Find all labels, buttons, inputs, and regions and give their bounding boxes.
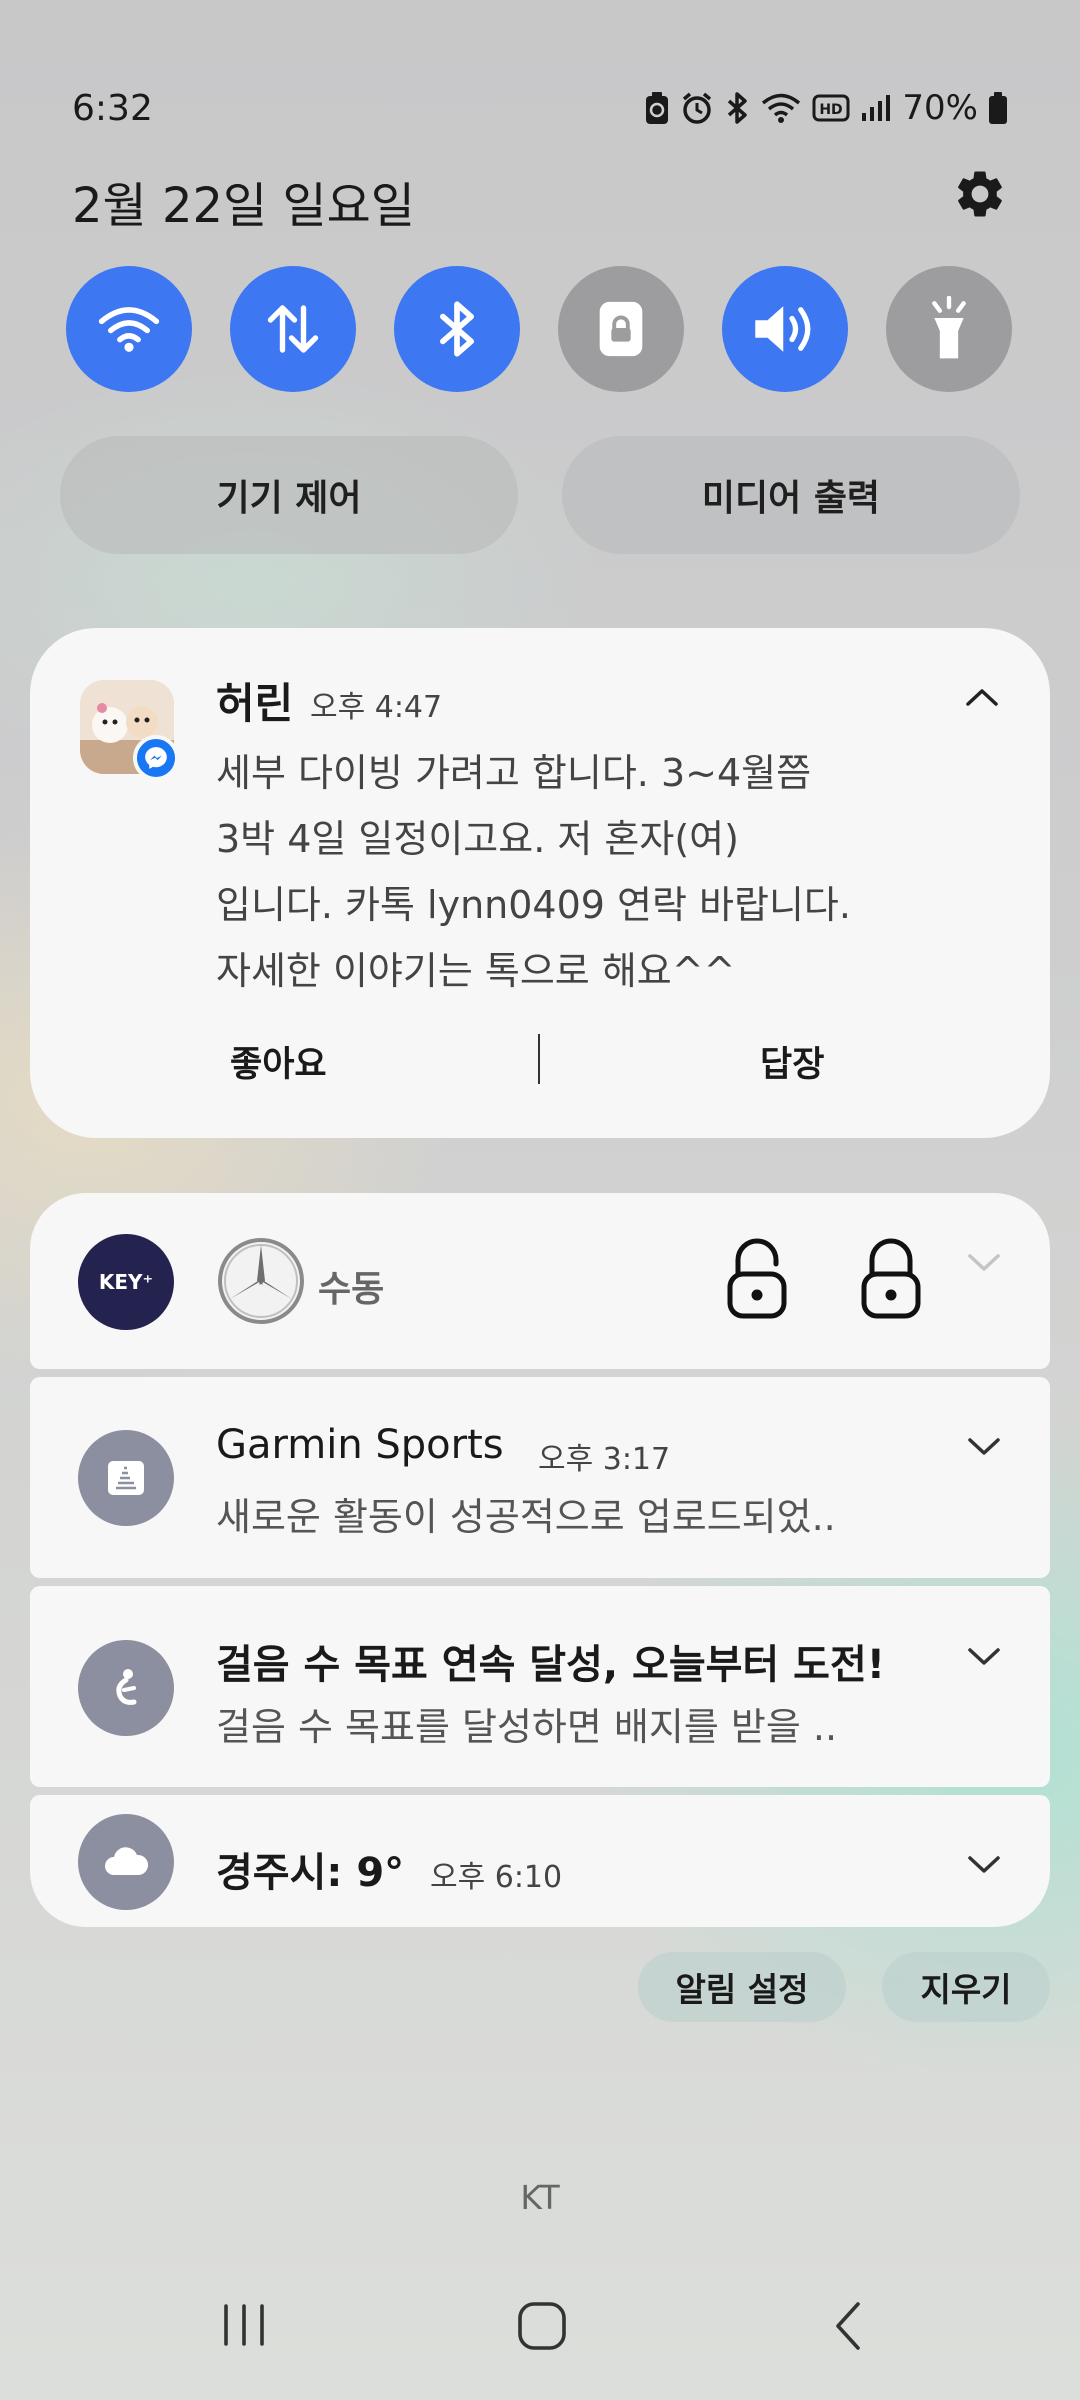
chevron-down-icon	[968, 1254, 1000, 1271]
garmin-expand-button[interactable]	[962, 1424, 1006, 1472]
messenger-icon	[145, 747, 167, 769]
chevron-up-icon	[966, 689, 998, 706]
like-button[interactable]: 좋아요	[230, 1036, 327, 1087]
weather-app-icon	[78, 1814, 174, 1910]
bluetooth-toggle[interactable]	[394, 266, 520, 392]
media-output-button[interactable]: 미디어 출력	[562, 436, 1020, 554]
back-button[interactable]	[826, 2300, 870, 2356]
garmin-app-icon	[78, 1430, 174, 1526]
recent-apps-icon	[224, 2304, 264, 2346]
lock-icon	[861, 1238, 921, 1319]
gear-icon	[958, 171, 1002, 217]
notification-settings-button[interactable]: 알림 설정	[638, 1952, 846, 2022]
back-chevron-icon	[836, 2302, 860, 2350]
unlock-icon	[727, 1238, 787, 1319]
sender-name: 허린	[216, 679, 294, 728]
recycle-battery-icon	[646, 92, 669, 124]
message-line: 입니다. 카톡 lynn0409 연락 바랍니다.	[216, 883, 851, 927]
steps-body: 걸음 수 목표를 달성하면 배지를 받을 ..	[216, 1705, 838, 1749]
bluetooth-icon	[728, 92, 748, 124]
garmin-time: 오후 3:17	[538, 1442, 671, 1477]
wifi-toggle[interactable]	[66, 266, 192, 392]
lock-icon	[599, 301, 643, 357]
bluetooth-icon	[440, 301, 474, 357]
rotation-lock-toggle[interactable]	[558, 266, 684, 392]
steps-title: 걸음 수 목표 연속 달성, 오늘부터 도전!	[216, 1642, 885, 1688]
message-line: 자세한 이야기는 톡으로 해요^^	[216, 949, 736, 993]
sports-app-icon	[108, 1461, 144, 1495]
date-header: 2월 22일 일요일	[72, 178, 415, 234]
steps-expand-button[interactable]	[962, 1634, 1006, 1682]
lock-button[interactable]	[858, 1236, 924, 1326]
home-icon	[518, 2302, 566, 2350]
weather-expand-button[interactable]	[962, 1842, 1006, 1890]
action-divider	[538, 1034, 540, 1084]
keyplus-mode: 수동	[318, 1269, 385, 1310]
clear-all-button[interactable]: 지우기	[882, 1952, 1050, 2022]
sound-toggle[interactable]	[722, 266, 848, 392]
messenger-badge	[133, 735, 179, 781]
settings-button[interactable]	[952, 166, 1008, 222]
weather-title: 경주시: 9°	[216, 1850, 405, 1896]
keyplus-logo: KEY⁺	[98, 1270, 154, 1294]
unlock-button[interactable]	[724, 1236, 790, 1326]
message-line: 3박 4일 일정이고요. 저 혼자(여)	[216, 817, 739, 861]
health-app-icon	[78, 1640, 174, 1736]
status-time: 6:32	[72, 88, 153, 129]
flashlight-icon	[932, 296, 966, 359]
signal-icon	[862, 95, 891, 121]
message-body: 세부 다이빙 가려고 합니다. 3~4월쯤 3박 4일 일정이고요. 저 혼자(…	[216, 740, 976, 1004]
flashlight-toggle[interactable]	[886, 266, 1012, 392]
message-line: 세부 다이빙 가려고 합니다. 3~4월쯤	[216, 751, 812, 795]
battery-icon	[989, 92, 1007, 124]
keyplus-app-icon: KEY⁺	[78, 1234, 174, 1330]
chevron-down-icon	[968, 1438, 1000, 1455]
mercedes-star-icon	[218, 1238, 304, 1324]
home-button[interactable]	[516, 2300, 568, 2356]
hd-icon: HD	[812, 94, 850, 122]
battery-percent: 70%	[902, 88, 978, 128]
garmin-body: 새로운 활동이 성공적으로 업로드되었..	[216, 1495, 836, 1539]
data-arrows-icon	[267, 305, 319, 353]
keyplus-expand-button[interactable]	[962, 1240, 1006, 1288]
wifi-icon	[98, 307, 160, 352]
chevron-down-icon	[968, 1648, 1000, 1665]
mobile-data-toggle[interactable]	[230, 266, 356, 392]
chevron-down-icon	[968, 1856, 1000, 1873]
speaker-icon	[755, 306, 811, 352]
svg-text:HD: HD	[820, 102, 843, 118]
collapse-button[interactable]	[960, 676, 1004, 724]
wifi-icon	[762, 93, 801, 123]
running-person-icon	[116, 1669, 137, 1705]
reply-button[interactable]: 답장	[760, 1036, 824, 1087]
carrier-label: KT	[520, 2178, 560, 2217]
recent-apps-button[interactable]	[218, 2302, 270, 2352]
device-control-button[interactable]: 기기 제어	[60, 436, 518, 554]
garmin-title: Garmin Sports	[216, 1422, 504, 1468]
alarm-icon	[683, 92, 712, 124]
weather-time: 오후 6:10	[430, 1860, 563, 1895]
cloud-icon	[105, 1847, 149, 1875]
mercedes-logo	[216, 1236, 306, 1330]
status-icons: HD 70%	[644, 88, 1008, 128]
message-time: 오후 4:47	[310, 690, 443, 725]
